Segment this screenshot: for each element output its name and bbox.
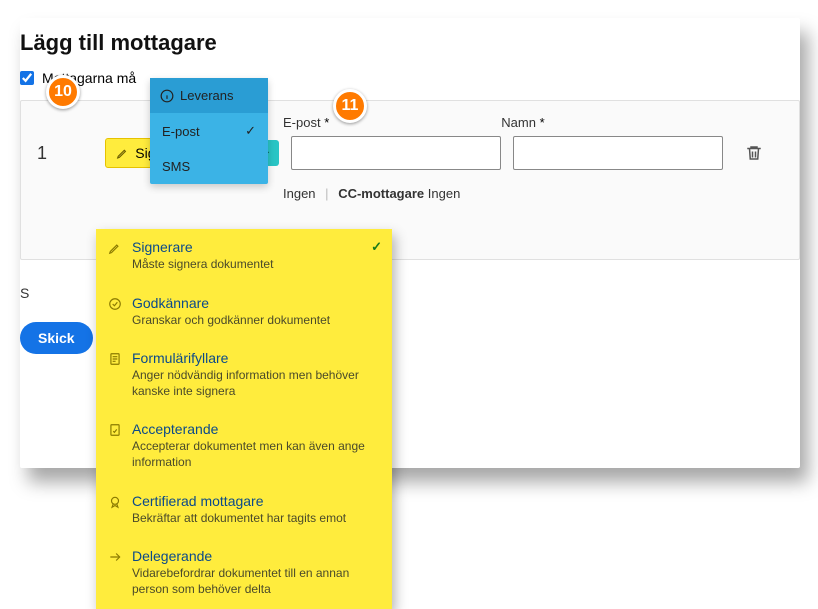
pen-icon: [116, 146, 129, 160]
form-icon: [108, 350, 122, 399]
delivery-header-label: Leverans: [180, 88, 233, 103]
delivery-dropdown[interactable]: Leverans E-post ✓ SMS: [150, 78, 268, 184]
role-option-title: Signerare: [132, 239, 273, 255]
role-option-desc: Bekräftar att dokumentet har tagits emot: [132, 511, 346, 527]
delivery-dropdown-header: Leverans: [150, 78, 268, 113]
delivery-option-epost[interactable]: E-post ✓: [150, 113, 268, 149]
role-option-accepter[interactable]: Accepterande Accepterar dokumentet men ka…: [96, 411, 392, 482]
check-icon: ✓: [245, 123, 256, 139]
delivery-option-sms[interactable]: SMS: [150, 149, 268, 184]
approve-icon: [108, 295, 122, 329]
certified-icon: [108, 493, 122, 527]
role-option-desc: Måste signera dokumentet: [132, 257, 273, 273]
delete-recipient-button[interactable]: [745, 144, 763, 162]
role-option-godkannare[interactable]: Godkännare Granskar och godkänner dokumen…: [96, 285, 392, 341]
accept-icon: [108, 421, 122, 470]
role-option-desc: Granskar och godkänner dokumentet: [132, 313, 330, 329]
cc-value2: Ingen: [428, 186, 461, 201]
delivery-option-label: E-post: [162, 124, 200, 139]
role-option-title: Godkännare: [132, 295, 330, 311]
role-option-desc: Anger nödvändig information men behöver …: [132, 368, 380, 399]
callout-11: 11: [333, 89, 367, 123]
role-option-title: Accepterande: [132, 421, 380, 437]
role-option-cert[interactable]: Certifierad mottagare Bekräftar att dokum…: [96, 483, 392, 539]
role-option-deleg[interactable]: Delegerande Vidarebefordrar dokumentet ti…: [96, 538, 392, 609]
recipient-index: 1: [35, 143, 49, 164]
role-option-signerare[interactable]: Signerare Måste signera dokumentet ✓: [96, 229, 392, 285]
role-dropdown[interactable]: Signerare Måste signera dokumentet ✓ Godk…: [96, 229, 392, 609]
email-label: E-post *: [283, 115, 329, 130]
role-option-title: Formulärifyllare: [132, 350, 380, 366]
role-option-title: Delegerande: [132, 548, 380, 564]
role-option-desc: Vidarebefordrar dokumentet till en annan…: [132, 566, 380, 597]
add-recipient-label: S: [20, 285, 29, 301]
page-title: Lägg till mottagare: [20, 30, 800, 56]
delegate-icon: [108, 548, 122, 597]
role-option-formular[interactable]: Formulärifyllare Anger nödvändig informat…: [96, 340, 392, 411]
role-option-title: Certifierad mottagare: [132, 493, 346, 509]
send-button[interactable]: Skick: [20, 322, 93, 354]
role-option-desc: Accepterar dokumentet men kan även ange …: [132, 439, 380, 470]
name-label: Namn *: [501, 115, 544, 130]
cc-value: Ingen: [283, 186, 316, 201]
cc-row: Ingen | CC-mottagare Ingen: [283, 186, 785, 201]
name-field[interactable]: [513, 136, 723, 170]
info-icon: [160, 89, 174, 103]
email-field[interactable]: [291, 136, 501, 170]
callout-10: 10: [46, 75, 80, 109]
delivery-option-label: SMS: [162, 159, 190, 174]
trash-icon: [745, 144, 763, 162]
pen-icon: [108, 239, 122, 273]
recipients-order-checkbox[interactable]: [20, 71, 34, 85]
check-icon: ✓: [371, 239, 382, 255]
cc-label[interactable]: CC-mottagare: [338, 186, 424, 201]
